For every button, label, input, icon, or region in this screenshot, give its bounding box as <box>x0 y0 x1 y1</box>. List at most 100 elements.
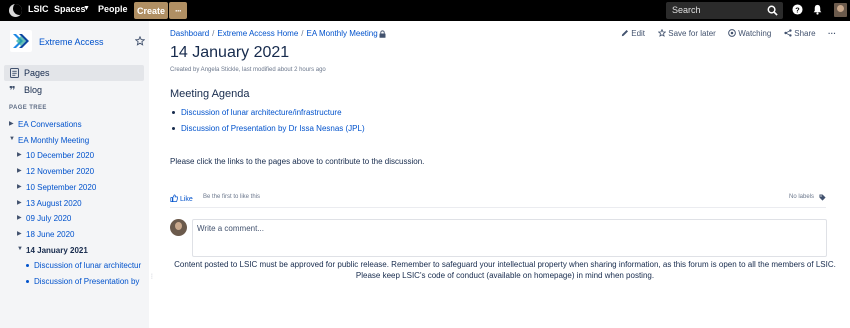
comment-placeholder: Write a comment... <box>197 224 264 233</box>
watching-label: Watching <box>738 29 772 38</box>
search-input[interactable]: Search <box>666 2 783 19</box>
sidebar-item-pages[interactable]: Pages <box>4 65 144 81</box>
page-tree-item-label: 18 June 2020 <box>26 229 75 239</box>
page-tree-item[interactable]: Discussion of lunar architectur <box>25 260 145 272</box>
sidebar-item-label: Blog <box>24 85 43 95</box>
space-logo-icon[interactable] <box>10 30 32 52</box>
page-tree-item-label: 14 January 2021 <box>26 245 88 255</box>
help-icon[interactable]: ? <box>792 4 803 15</box>
sidebar-item-label: Pages <box>24 68 50 78</box>
comment-input[interactable]: Write a comment... <box>192 219 827 257</box>
content-divider <box>170 207 826 208</box>
restrictions-lock-icon[interactable] <box>379 30 386 38</box>
chevron-right-icon[interactable]: ▶ <box>17 183 23 190</box>
page-tree-item-label: 12 November 2020 <box>26 167 95 177</box>
sidebar-resize-handle[interactable]: ⋮ <box>149 273 155 280</box>
page-tree-item[interactable]: ▶ 10 September 2020 <box>17 182 145 194</box>
like-button[interactable]: Like <box>170 194 193 203</box>
page-tree-heading: PAGE TREE <box>9 105 47 111</box>
chevron-right-icon[interactable]: ▶ <box>17 230 23 237</box>
page-byline: Created by Angela Stickle, last modified… <box>170 67 326 73</box>
edit-button[interactable]: Edit <box>621 29 645 38</box>
create-button[interactable]: Create <box>134 2 168 19</box>
star-icon[interactable] <box>135 36 145 46</box>
user-avatar[interactable] <box>834 3 847 17</box>
space-name-link[interactable]: Extreme Access <box>39 37 104 47</box>
page-tree-item-label: EA Monthly Meeting <box>18 135 90 145</box>
breadcrumb-separator: / <box>301 29 304 38</box>
svg-text:?: ? <box>795 5 800 14</box>
page-tree-item-label: 10 December 2020 <box>26 151 95 161</box>
share-label: Share <box>794 29 816 38</box>
pages-icon <box>10 68 19 78</box>
page-tree-item[interactable]: ▼ EA Monthly Meeting <box>9 135 145 147</box>
like-summary: Be the first to like this <box>203 194 261 200</box>
sidebar-item-blog[interactable]: ❞ Blog <box>4 82 144 98</box>
watching-button[interactable]: Watching <box>728 29 771 38</box>
page-tree-item-label: 09 July 2020 <box>26 214 72 224</box>
chevron-right-icon[interactable]: ▶ <box>9 120 15 127</box>
page-tree-item-label: Discussion of Presentation by <box>34 277 140 286</box>
eye-icon <box>728 29 736 37</box>
instructions-text: Please click the links to the pages abov… <box>170 157 425 166</box>
page-tree-item-label: 13 August 2020 <box>26 198 82 208</box>
nav-spaces-menu[interactable]: Spaces <box>54 4 86 14</box>
page-tree-item[interactable]: ▶ EA Conversations <box>9 119 145 131</box>
page-tree-item[interactable]: ▶ 09 July 2020 <box>17 213 145 225</box>
labels-status: No labels <box>789 194 815 200</box>
space-sidebar: Extreme Access Pages ❞ Blog PAGE TREE ▶ E… <box>0 21 155 328</box>
save-for-later-label: Save for later <box>668 29 716 38</box>
page-tree-item[interactable]: ▶ 13 August 2020 <box>17 198 145 210</box>
share-button[interactable]: Share <box>784 29 816 38</box>
page-tree-item-label: 10 September 2020 <box>26 182 97 192</box>
lsic-logo-icon[interactable] <box>9 4 22 17</box>
agenda-link[interactable]: Discussion of lunar architecture/infrast… <box>172 108 342 117</box>
chevron-down-icon[interactable]: ▼ <box>83 5 90 12</box>
page-tree-item[interactable]: ▼ 14 January 2021 <box>17 245 145 257</box>
chevron-down-icon[interactable]: ▼ <box>9 136 15 142</box>
agenda-heading: Meeting Agenda <box>170 88 250 100</box>
breadcrumb-item[interactable]: Extreme Access Home <box>217 29 298 38</box>
notifications-icon[interactable] <box>812 4 823 15</box>
page-tree-item-label: Discussion of lunar architectur <box>34 261 142 271</box>
search-icon[interactable] <box>767 5 778 16</box>
breadcrumb: Dashboard / Extreme Access Home / EA Monthly… <box>170 29 378 38</box>
page-tree-item-label: EA Conversations <box>18 120 82 129</box>
nav-brand-link[interactable]: LSIC <box>28 4 49 14</box>
nav-people-link[interactable]: People <box>98 4 128 14</box>
bullet <box>26 280 29 283</box>
commenter-avatar <box>170 219 187 236</box>
chevron-right-icon[interactable]: ▶ <box>17 214 23 221</box>
breadcrumb-item[interactable]: Dashboard <box>170 29 209 38</box>
posting-notice: Content posted to LSIC must be approved … <box>174 260 836 280</box>
chevron-right-icon[interactable]: ▶ <box>17 199 23 206</box>
edit-label: Edit <box>631 29 646 38</box>
agenda-link-text: Discussion of lunar architecture/infrast… <box>181 108 342 117</box>
page-tree-item[interactable]: ▶ 10 December 2020 <box>17 150 145 162</box>
chevron-right-icon[interactable]: ▶ <box>17 167 23 174</box>
chevron-right-icon[interactable]: ▶ <box>17 151 23 158</box>
agenda-link[interactable]: Discussion of Presentation by Dr Issa Ne… <box>172 124 365 133</box>
create-more-button[interactable]: ··· <box>169 2 187 19</box>
top-navigation-bar: LSIC Spaces ▼ People Create ··· Search ? <box>0 0 850 21</box>
breadcrumb-item[interactable]: EA Monthly Meeting <box>307 29 378 38</box>
bullet <box>26 264 29 268</box>
bullet <box>172 111 175 115</box>
save-for-later-button[interactable]: Save for later <box>657 28 716 38</box>
more-actions-button[interactable]: ··· <box>828 29 836 38</box>
agenda-link-text: Discussion of Presentation by Dr Issa Ne… <box>181 124 365 133</box>
page-tree-item[interactable]: ▶ 18 June 2020 <box>17 229 145 241</box>
page-tree-item[interactable]: Discussion of Presentation by <box>25 276 145 288</box>
page-tree-item[interactable]: ▶ 12 November 2020 <box>17 166 145 178</box>
share-icon <box>784 29 792 37</box>
breadcrumb-separator: / <box>212 29 215 38</box>
quote-icon: ❞ <box>9 85 16 97</box>
thumbs-up-icon <box>170 194 179 202</box>
pencil-icon <box>621 30 628 37</box>
bullet <box>172 127 175 131</box>
tag-icon[interactable] <box>819 194 826 201</box>
page-title: 14 January 2021 <box>170 44 290 61</box>
chevron-down-icon[interactable]: ▼ <box>17 246 23 252</box>
star-icon <box>657 28 667 37</box>
search-placeholder: Search <box>672 5 701 15</box>
